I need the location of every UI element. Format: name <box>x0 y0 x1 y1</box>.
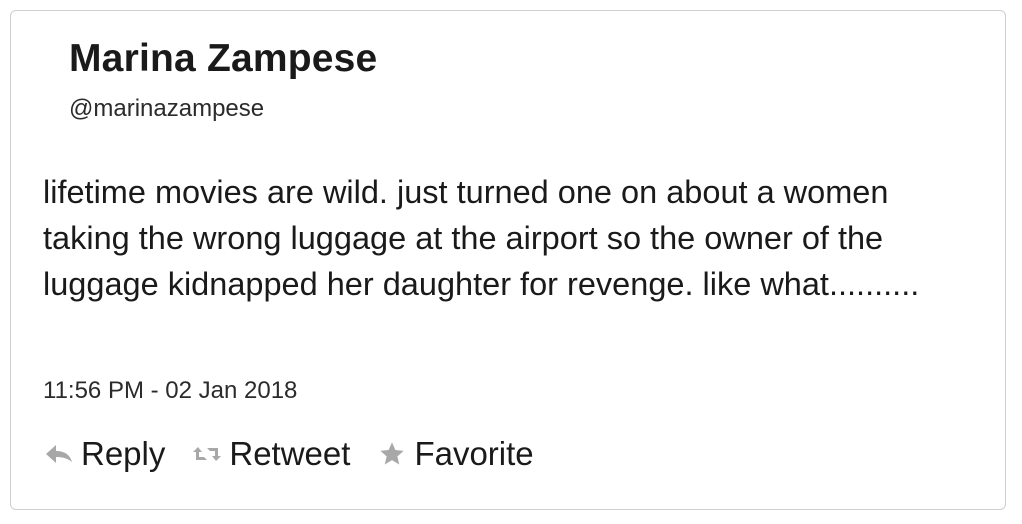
author-name[interactable]: Marina Zampese <box>69 37 377 81</box>
tweet-timestamp[interactable]: 11:56 PM - 02 Jan 2018 <box>43 377 297 405</box>
reply-button[interactable]: Reply <box>43 435 165 473</box>
tweet-actions: Reply Retweet Favorite <box>43 429 560 479</box>
author-handle[interactable]: @marinazampese <box>69 95 264 123</box>
retweet-button[interactable]: Retweet <box>191 435 350 473</box>
retweet-icon <box>191 438 223 470</box>
retweet-label: Retweet <box>229 435 351 472</box>
tweet-text: lifetime movies are wild. just turned on… <box>43 174 920 302</box>
star-icon <box>376 438 408 470</box>
reply-arrow-icon <box>43 438 75 470</box>
tweet-card: Marina Zampese @marinazampese lifetime m… <box>10 10 1006 510</box>
favorite-label: Favorite <box>414 435 534 472</box>
reply-label: Reply <box>81 435 166 472</box>
favorite-button[interactable]: Favorite <box>376 435 534 473</box>
